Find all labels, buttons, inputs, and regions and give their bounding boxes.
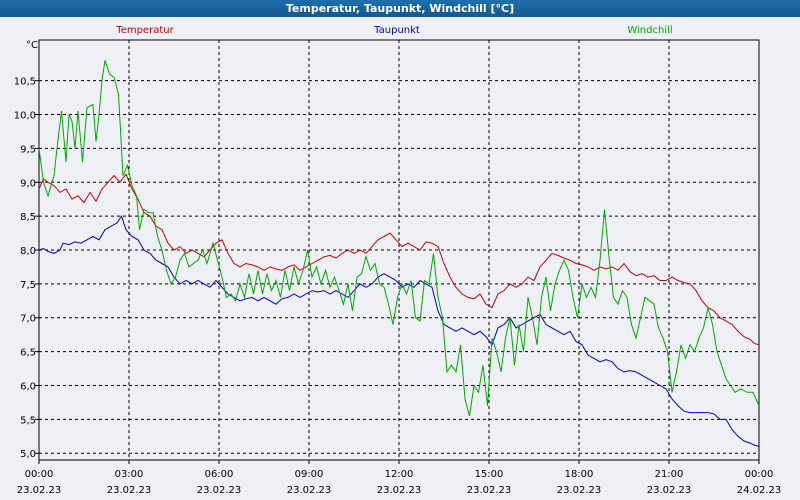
x-tick-date-label: 23.02.23 <box>287 485 332 496</box>
x-tick-date-label: 23.02.23 <box>197 485 242 496</box>
x-tick-time-label: 00:00 <box>745 469 774 480</box>
x-tick-time-label: 00:00 <box>25 469 54 480</box>
y-tick-label: 10,5 <box>14 77 36 88</box>
legend: Temperatur Taupunkt Windchill <box>115 25 672 36</box>
y-tick-label: 7,0 <box>20 314 36 325</box>
x-tick-date-label: 23.02.23 <box>557 485 602 496</box>
y-tick-label: 7,5 <box>20 280 36 291</box>
x-tick-time-label: 09:00 <box>295 469 324 480</box>
x-tick-time-label: 06:00 <box>205 469 234 480</box>
x-tick-time-label: 18:00 <box>565 469 594 480</box>
legend-label-temperatur: Temperatur <box>115 25 174 36</box>
y-tick-label: 5,5 <box>20 415 36 426</box>
legend-label-windchill: Windchill <box>627 25 672 36</box>
y-tick-label: 5,0 <box>20 449 36 460</box>
y-tick-label: 10,0 <box>14 111 36 122</box>
grid <box>39 40 759 460</box>
x-tick-time-label: 15:00 <box>475 469 504 480</box>
x-tick-date-label: 23.02.23 <box>647 485 692 496</box>
y-tick-label: 8,5 <box>20 212 36 223</box>
y-tick-label: 9,5 <box>20 144 36 155</box>
x-tick-date-label: 23.02.23 <box>467 485 512 496</box>
series-line-temperatur <box>38 173 760 346</box>
x-tick-time-label: 21:00 <box>655 469 684 480</box>
x-tick-time-label: 12:00 <box>385 469 414 480</box>
y-tick-label: 6,5 <box>20 348 36 359</box>
x-tick-time-label: 03:00 <box>115 469 144 480</box>
line-chart: °C Temperatur Taupunkt Windchill 5,0 5,5 6,0… <box>14 25 782 496</box>
x-tick-date-label: 23.02.23 <box>17 485 62 496</box>
y-tick-label: 6,0 <box>20 381 36 392</box>
x-tick-date-label: 23.02.23 <box>107 485 152 496</box>
x-tick-date-label: 23.02.23 <box>377 485 422 496</box>
y-axis-unit-label: °C <box>26 40 38 51</box>
y-axis: 5,0 5,5 6,0 6,5 7,0 7,5 8,0 8,5 9,0 9,5 10,0 10,5 <box>14 77 39 460</box>
y-tick-label: 8,0 <box>20 246 36 257</box>
x-axis: 00:00 23.02.23 03:00 23.02.23 06:00 23.02.23 0… <box>17 460 782 496</box>
legend-label-taupunkt: Taupunkt <box>373 25 420 36</box>
y-tick-label: 9,0 <box>20 178 36 189</box>
x-tick-date-label: 24.02.23 <box>737 485 782 496</box>
